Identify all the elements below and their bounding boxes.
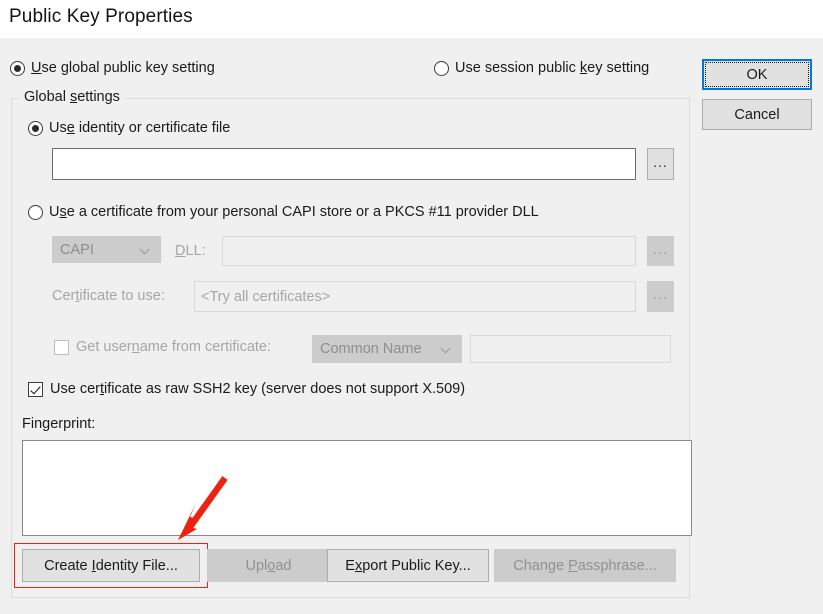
dll-path-input[interactable] bbox=[222, 236, 636, 266]
export-public-key-label: Export Public Key... bbox=[345, 558, 470, 574]
radio-label-global-key: s bbox=[41, 60, 49, 76]
cert-label-post: ificate to use: bbox=[79, 288, 165, 304]
accesskey-d: D bbox=[175, 243, 186, 259]
dll-browse-button[interactable]: ... bbox=[647, 236, 674, 266]
identity-file-input[interactable] bbox=[52, 148, 636, 180]
username-source-combo[interactable]: Common Name bbox=[312, 335, 462, 363]
upload-label: Upload bbox=[246, 558, 292, 574]
change-passphrase-post: assphrase... bbox=[577, 557, 657, 574]
change-passphrase-label: Change Passphrase... bbox=[513, 558, 657, 574]
checkbox-indicator-raw-ssh2[interactable] bbox=[28, 381, 43, 397]
accesskey-e: e bbox=[66, 120, 75, 136]
username-source-value: Common Name bbox=[320, 341, 422, 357]
certificate-to-use-input[interactable]: <Try all certificates> bbox=[194, 281, 636, 312]
export-public-key-button[interactable]: Export Public Key... bbox=[327, 549, 489, 582]
group-title-post: ettings bbox=[77, 89, 120, 105]
checkbox-label-get-username: Get username from certificate: bbox=[76, 339, 271, 355]
certificate-to-use-label: Certificate to use: bbox=[52, 288, 165, 304]
create-identity-pre: Create bbox=[44, 557, 92, 574]
radio-label-identity-pre: Us bbox=[49, 120, 67, 136]
radio-indicator-capi[interactable] bbox=[28, 204, 43, 220]
certificate-to-use-value: <Try all certificates> bbox=[201, 288, 331, 305]
accesskey-p: P bbox=[568, 557, 578, 574]
global-settings-group-title: Global settings bbox=[20, 89, 124, 105]
ok-button[interactable]: OK bbox=[702, 59, 812, 90]
radio-label-capi-post: e a certificate from your personal CAPI … bbox=[66, 204, 539, 220]
chevron-down-icon-username bbox=[442, 344, 452, 354]
identity-file-browse-button[interactable]: ... bbox=[647, 148, 674, 180]
export-pre: E bbox=[345, 557, 355, 574]
radio-label-global: Use global public key setting bbox=[31, 60, 215, 76]
radio-label-global-rest: e global public key setting bbox=[48, 60, 215, 76]
dialog-title-bar: Public Key Properties bbox=[0, 0, 823, 38]
page-title: Public Key Properties bbox=[9, 6, 193, 27]
fingerprint-label: Fingerprint: bbox=[22, 416, 96, 432]
radio-use-identity-or-certificate-file[interactable]: Use identity or certificate file bbox=[28, 120, 230, 136]
upload-pre: Upl bbox=[245, 557, 268, 574]
radio-indicator-session[interactable] bbox=[434, 60, 449, 76]
radio-label-session: Use session public key setting bbox=[455, 60, 649, 76]
radio-label-session-pre: Use session public bbox=[455, 60, 580, 76]
create-identity-file-label: Create Identity File... bbox=[44, 558, 178, 574]
capi-provider-combo[interactable]: CAPI bbox=[52, 236, 161, 263]
create-identity-file-button[interactable]: Create Identity File... bbox=[22, 549, 200, 582]
radio-label-identity-post: identity or certificate file bbox=[74, 120, 231, 136]
radio-label-identity: Use identity or certificate file bbox=[49, 120, 230, 136]
fingerprint-textarea[interactable] bbox=[22, 440, 692, 536]
radio-label-capi: Use a certificate from your personal CAP… bbox=[49, 204, 539, 220]
chevron-down-icon bbox=[141, 245, 151, 255]
checkbox-use-certificate-as-raw-ssh2-key[interactable]: Use certificate as raw SSH2 key (server … bbox=[28, 381, 465, 397]
checkbox-indicator-get-username[interactable] bbox=[54, 339, 69, 355]
radio-use-global-public-key-setting[interactable]: Use global public key setting bbox=[10, 60, 215, 76]
accesskey-u: U bbox=[31, 60, 42, 76]
raw-ssh2-pre: Use cer bbox=[50, 381, 100, 397]
username-value-input[interactable] bbox=[470, 335, 671, 363]
cancel-button[interactable]: Cancel bbox=[702, 99, 812, 130]
certificate-browse-button[interactable]: ... bbox=[647, 281, 674, 312]
dll-label-post: L: bbox=[193, 243, 206, 259]
radio-indicator-identity[interactable] bbox=[28, 120, 43, 136]
radio-use-capi-or-pkcs11[interactable]: Use a certificate from your personal CAP… bbox=[28, 204, 539, 220]
get-username-post: ame from certificate: bbox=[139, 339, 272, 355]
radio-indicator-global[interactable] bbox=[10, 60, 25, 76]
checkbox-label-raw-ssh2: Use certificate as raw SSH2 key (server … bbox=[50, 381, 465, 397]
ok-button-label: OK bbox=[746, 66, 768, 83]
get-username-pre: Get user bbox=[76, 339, 132, 355]
upload-post: ad bbox=[275, 557, 292, 574]
create-identity-post: dentity File... bbox=[95, 557, 178, 574]
group-title-pre: Global bbox=[24, 89, 70, 105]
change-passphrase-pre: Change bbox=[513, 557, 569, 574]
radio-use-session-public-key-setting[interactable]: Use session public key setting bbox=[434, 60, 649, 76]
capi-provider-value: CAPI bbox=[60, 241, 94, 258]
dll-label: DLL: bbox=[175, 243, 206, 259]
radio-label-capi-pre: U bbox=[49, 204, 60, 220]
dialog-body: Use global public key setting Use sessio… bbox=[0, 38, 823, 614]
accesskey-n: n bbox=[131, 339, 140, 355]
accesskey-s2: s bbox=[59, 204, 67, 220]
upload-button[interactable]: Upload bbox=[207, 549, 330, 582]
radio-label-session-post: ey setting bbox=[587, 60, 650, 76]
raw-ssh2-post: ificate as raw SSH2 key (server does not… bbox=[104, 381, 466, 397]
change-passphrase-button[interactable]: Change Passphrase... bbox=[494, 549, 676, 582]
export-post: port Public Key... bbox=[362, 557, 471, 574]
dll-label-key: L bbox=[185, 243, 194, 259]
checkbox-get-username-from-certificate[interactable]: Get username from certificate: bbox=[54, 339, 271, 355]
cancel-button-label: Cancel bbox=[734, 106, 780, 123]
cert-label-pre: Cer bbox=[52, 288, 76, 304]
